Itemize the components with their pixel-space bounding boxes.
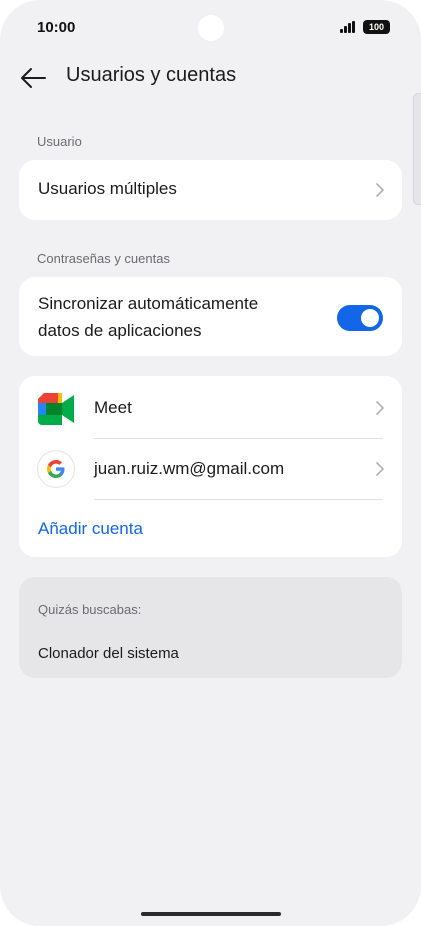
battery-icon: 100 (363, 20, 390, 34)
sync-row[interactable]: Sincronizar automáticamente datos de apl… (19, 277, 402, 356)
divider (94, 499, 383, 500)
chevron-right-icon (376, 183, 384, 197)
scrollbar[interactable] (413, 93, 421, 205)
sync-label-line2: datos de aplicaciones (38, 321, 202, 340)
account-name-google: juan.ruiz.wm@gmail.com (94, 459, 285, 478)
chevron-right-icon (376, 462, 384, 476)
phone-screen: 10:00 100 Usuarios y cuentas Usuario Usu… (0, 0, 421, 926)
suggestion-item[interactable]: Clonador del sistema (38, 645, 179, 662)
header: Usuarios y cuentas (0, 56, 421, 100)
chevron-right-icon (376, 401, 384, 415)
suggestions-card: Quizás buscabas: Clonador del sistema (19, 577, 402, 678)
status-bar: 10:00 100 (0, 0, 421, 56)
signal-icon (340, 21, 356, 33)
sync-label-line1: Sincronizar automáticamente (38, 294, 259, 313)
section-label-accounts: Contraseñas y cuentas (37, 251, 170, 266)
sync-toggle[interactable] (337, 305, 383, 331)
suggestions-label: Quizás buscabas: (38, 602, 142, 617)
toggle-knob (361, 309, 379, 327)
section-label-users: Usuario (37, 134, 82, 149)
back-arrow-icon[interactable] (19, 66, 47, 90)
google-meet-icon (38, 393, 74, 425)
status-time: 10:00 (37, 19, 76, 36)
page-title: Usuarios y cuentas (66, 64, 237, 86)
home-indicator[interactable] (141, 912, 281, 916)
front-camera (198, 15, 224, 41)
add-account-link[interactable]: Añadir cuenta (38, 519, 143, 539)
multiple-users-label: Usuarios múltiples (38, 179, 177, 198)
accounts-card: Meet juan.ruiz.wm@gmail.com Añadir cuent… (19, 376, 402, 557)
multiple-users-row[interactable]: Usuarios múltiples (19, 160, 402, 220)
account-row-meet[interactable]: Meet (19, 376, 402, 438)
account-name-meet: Meet (94, 398, 132, 417)
account-row-google[interactable]: juan.ruiz.wm@gmail.com (19, 439, 402, 499)
google-icon (38, 451, 74, 487)
